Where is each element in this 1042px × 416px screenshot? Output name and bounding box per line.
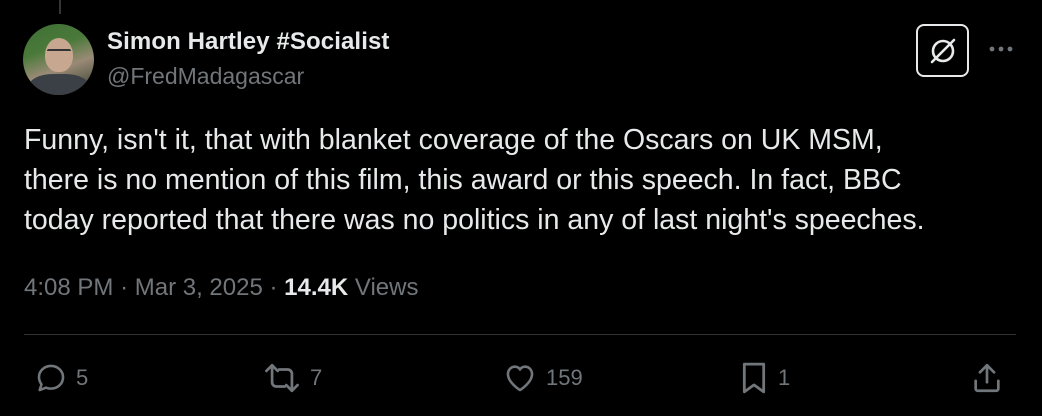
meta-separator: · bbox=[120, 274, 129, 301]
more-options-button[interactable] bbox=[986, 36, 1016, 62]
share-upload-icon bbox=[974, 363, 1000, 393]
bookmark-count: 1 bbox=[778, 365, 791, 390]
like-count: 159 bbox=[546, 365, 583, 390]
meta-separator: · bbox=[269, 274, 278, 301]
grok-icon bbox=[930, 38, 955, 63]
tweet-time[interactable]: 4:08 PM bbox=[24, 274, 113, 301]
reply-count: 5 bbox=[76, 365, 89, 390]
heart-icon bbox=[506, 365, 534, 392]
repost-count: 7 bbox=[310, 365, 323, 390]
grok-button[interactable] bbox=[916, 24, 969, 77]
avatar-face bbox=[45, 38, 73, 72]
tweet-text-line: there is no mention of this film, this a… bbox=[24, 164, 902, 196]
tweet-container: Simon Hartley #Socialist @FredMadagascar… bbox=[0, 0, 1042, 416]
reply-bubble-icon bbox=[37, 364, 65, 392]
share-button[interactable] bbox=[970, 358, 1004, 398]
divider bbox=[24, 334, 1016, 335]
author-handle[interactable]: @FredMadagascar bbox=[107, 63, 304, 90]
views-count[interactable]: 14.4K bbox=[284, 274, 348, 301]
views-label: Views bbox=[354, 274, 419, 301]
repost-arrows-icon bbox=[265, 363, 299, 393]
avatar[interactable] bbox=[23, 24, 94, 95]
avatar-glasses bbox=[47, 49, 71, 54]
like-button[interactable]: 159 bbox=[502, 358, 583, 398]
tweet-date[interactable]: Mar 3, 2025 bbox=[135, 274, 263, 301]
tweet-meta: 4:08 PM · Mar 3, 2025 · 14.4K Views bbox=[24, 274, 418, 302]
bookmark-icon bbox=[742, 362, 766, 394]
thread-connector-line bbox=[59, 0, 61, 14]
tweet-text: Funny, isn't it, that with blanket cover… bbox=[24, 120, 1024, 240]
bookmark-button[interactable]: 1 bbox=[738, 358, 790, 398]
avatar-shirt bbox=[29, 74, 89, 95]
tweet-text-line: Funny, isn't it, that with blanket cover… bbox=[24, 124, 883, 156]
tweet-text-line: today reported that there was no politic… bbox=[24, 204, 925, 236]
repost-button[interactable]: 7 bbox=[262, 358, 322, 398]
reply-button[interactable]: 5 bbox=[34, 358, 88, 398]
more-dots-icon bbox=[989, 46, 1013, 52]
author-display-name[interactable]: Simon Hartley #Socialist bbox=[107, 28, 390, 56]
